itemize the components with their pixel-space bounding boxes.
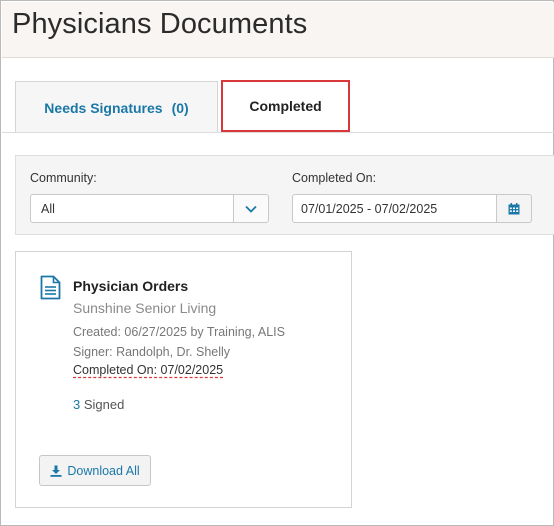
signer-info: Signer: Randolph, Dr. Shelly <box>73 345 231 359</box>
community-select[interactable]: All <box>30 194 269 223</box>
tab-needs-signatures-count: (0) <box>171 99 189 116</box>
community-dropdown-button[interactable] <box>233 195 268 222</box>
signed-count-number[interactable]: 3 <box>73 397 80 412</box>
calendar-icon <box>508 202 520 214</box>
created-info: Created: 06/27/2025 by Training, ALIS <box>73 325 285 339</box>
tab-completed-label: Completed <box>249 98 322 114</box>
app-window: Physicians Documents Needs Signatures (0… <box>0 0 554 526</box>
card-community: Sunshine Senior Living <box>73 300 217 316</box>
chevron-down-icon <box>245 205 257 213</box>
document-card: Physician Orders Sunshine Senior Living … <box>15 251 352 508</box>
page-header: Physicians Documents <box>2 2 554 58</box>
page-title: Physicians Documents <box>12 8 308 40</box>
date-range-value: 07/01/2025 - 07/02/2025 <box>301 202 438 216</box>
community-label: Community: <box>30 171 97 185</box>
completed-on-label: Completed On: <box>292 171 377 185</box>
document-icon <box>40 275 61 305</box>
completed-on-info: Completed On: 07/02/2025 <box>73 363 224 377</box>
signed-count-label: Signed <box>83 397 125 412</box>
completed-on-date-range-input[interactable]: 07/01/2025 - 07/02/2025 <box>292 194 497 223</box>
calendar-button[interactable] <box>497 194 532 223</box>
tab-needs-signatures-label: Needs Signatures <box>44 99 163 116</box>
community-select-value: All <box>41 202 55 216</box>
signed-count[interactable]: 3 Signed <box>73 397 124 412</box>
tab-completed[interactable]: Completed <box>221 80 350 132</box>
download-all-label: Download All <box>67 463 140 478</box>
card-title[interactable]: Physician Orders <box>73 278 188 294</box>
download-all-button[interactable]: Download All <box>39 455 151 486</box>
filter-panel: Community: All Completed On: 07/01/2025 … <box>15 155 554 235</box>
download-icon <box>50 465 62 477</box>
tabs-divider <box>2 132 554 133</box>
tab-needs-signatures[interactable]: Needs Signatures (0) <box>15 81 218 133</box>
